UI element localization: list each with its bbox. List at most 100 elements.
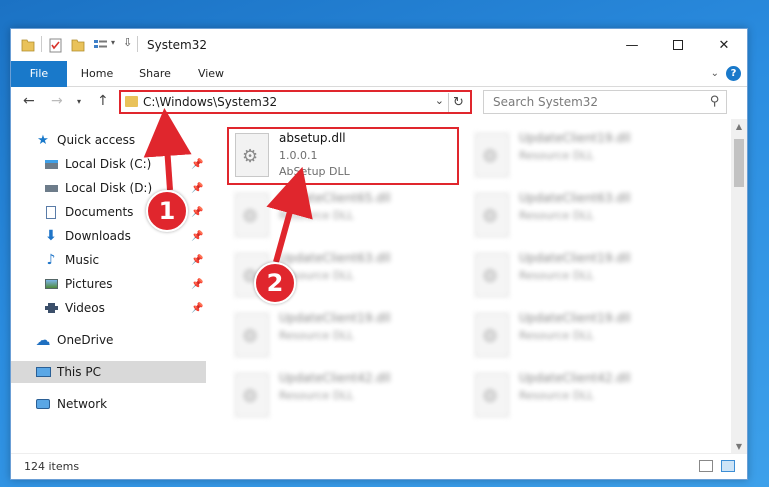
sidebar-item-label: This PC [57, 365, 101, 379]
pin-icon[interactable]: 📌 [191, 279, 203, 290]
network-icon [35, 397, 51, 411]
search-icon: ⚲ [710, 94, 720, 109]
recent-locations-icon[interactable]: ▾ [77, 97, 81, 106]
sidebar-item-label: Music [65, 253, 100, 267]
sidebar-item-label: Videos [65, 301, 105, 315]
pin-icon[interactable]: 📌 [191, 159, 203, 170]
toolbar-divider [41, 36, 42, 52]
sidebar-item-network[interactable]: Network [11, 393, 206, 415]
file-description: Resource DLL [519, 209, 594, 222]
new-folder-icon[interactable] [71, 37, 85, 53]
gear-icon: ⚙ [482, 326, 499, 347]
sidebar-item-pictures[interactable]: Pictures 📌 [11, 273, 206, 295]
tab-file[interactable]: File [11, 61, 67, 87]
video-icon [43, 301, 59, 315]
pin-icon[interactable]: 📌 [191, 207, 203, 218]
sidebar-item-music[interactable]: ♪ Music 📌 [11, 249, 206, 271]
folder-icon [125, 96, 138, 107]
sidebar-item-this-pc[interactable]: This PC [11, 361, 206, 383]
tab-view[interactable]: View [189, 61, 233, 87]
navigation-pane: ★ Quick access Local Disk (C:) 📌 Local D… [11, 119, 206, 455]
help-icon[interactable]: ? [726, 66, 741, 81]
pin-icon[interactable]: 📌 [191, 303, 203, 314]
sidebar-item-label: Local Disk (C:) [65, 157, 152, 171]
cloud-icon: ☁ [35, 331, 51, 349]
download-arrow-icon: ⬇ [45, 228, 57, 244]
close-button[interactable]: ✕ [701, 29, 747, 61]
file-name: UpdateClient65.dll [279, 191, 391, 205]
music-note-icon: ♪ [46, 252, 56, 268]
customize-toolbar-icon[interactable]: ⇩ [123, 36, 132, 52]
search-input[interactable]: Search System32 ⚲ [483, 90, 727, 114]
file-description: Resource DLL [519, 269, 594, 282]
file-description: Resource DLL [279, 389, 354, 402]
gear-icon: ⚙ [242, 386, 259, 407]
sidebar-item-quick-access[interactable]: ★ Quick access [11, 129, 206, 151]
close-icon: ✕ [718, 37, 730, 53]
dll-file-icon: ⚙ [475, 193, 509, 237]
pin-icon[interactable]: 📌 [191, 255, 203, 266]
pin-icon[interactable]: 📌 [191, 183, 203, 194]
vertical-scrollbar[interactable]: ▲ ▼ [731, 119, 747, 455]
gear-icon: ⚙ [242, 326, 259, 347]
forward-arrow-icon[interactable]: → [51, 93, 63, 109]
drive-icon [43, 157, 59, 171]
drive-icon [43, 181, 59, 195]
sidebar-item-label: Downloads [65, 229, 131, 243]
up-arrow-icon[interactable]: ↑ [97, 93, 109, 109]
chevron-down-icon[interactable]: ▾ [111, 38, 115, 54]
file-description: Resource DLL [519, 149, 594, 162]
file-item[interactable]: ⚙ UpdateClient19.dll Resource DLL [471, 129, 696, 185]
file-item[interactable]: ⚙ UpdateClient65.dll Resource DLL [231, 189, 456, 245]
sidebar-item-label: Documents [65, 205, 134, 219]
view-options-icon[interactable] [93, 37, 109, 53]
file-description: Resource DLL [519, 389, 594, 402]
item-count: 124 items [24, 460, 80, 473]
refresh-icon[interactable]: ↻ [448, 93, 468, 112]
sidebar-item-local-disk-c[interactable]: Local Disk (C:) 📌 [11, 153, 206, 175]
dll-file-icon: ⚙ [475, 313, 509, 357]
file-item[interactable]: ⚙ UpdateClient63.dll Resource DLL [471, 189, 696, 245]
sidebar-item-label: Local Disk (D:) [65, 181, 153, 195]
file-name: UpdateClient19.dll [519, 131, 631, 145]
scroll-up-icon[interactable]: ▲ [731, 119, 747, 135]
details-view-icon[interactable] [699, 460, 713, 472]
file-explorer-window: ▾ ⇩ System32 — ✕ File Home Share View ⌄ … [10, 28, 748, 480]
back-arrow-icon[interactable]: ← [23, 93, 35, 109]
maximize-icon [673, 40, 683, 50]
tab-share[interactable]: Share [131, 61, 179, 87]
sidebar-item-videos[interactable]: Videos 📌 [11, 297, 206, 319]
file-item[interactable]: ⚙ UpdateClient19.dll Resource DLL [231, 309, 456, 365]
file-item[interactable]: ⚙ UpdateClient19.dll Resource DLL [471, 309, 696, 365]
file-description: Resource DLL [279, 329, 354, 342]
large-icons-view-icon[interactable] [721, 460, 735, 472]
step-badge-2: 2 [254, 262, 296, 304]
chevron-down-icon[interactable]: ⌄ [435, 94, 444, 107]
minimize-button[interactable]: — [609, 29, 655, 61]
sidebar-item-label: Pictures [65, 277, 113, 291]
properties-icon[interactable] [49, 37, 63, 53]
pin-icon[interactable]: 📌 [191, 231, 203, 242]
file-item[interactable]: ⚙ UpdateClient42.dll Resource DLL [231, 369, 456, 425]
tab-home[interactable]: Home [73, 61, 121, 87]
dll-file-icon: ⚙ [235, 313, 269, 357]
computer-icon [35, 365, 51, 379]
maximize-button[interactable] [655, 29, 701, 61]
toolbar-divider [137, 36, 138, 52]
navigation-bar: ← → ▾ ↑ C:\Windows\System32 ⌄ ↻ Search S… [11, 87, 747, 119]
scrollbar-thumb[interactable] [734, 139, 744, 187]
sidebar-item-label: Network [57, 397, 108, 411]
sidebar-item-onedrive[interactable]: ☁ OneDrive [11, 329, 206, 351]
folder-icon[interactable] [21, 37, 35, 53]
dll-file-icon: ⚙ [235, 193, 269, 237]
window-title: System32 [147, 38, 208, 52]
expand-ribbon-icon[interactable]: ⌄ [711, 68, 719, 79]
file-item[interactable]: ⚙ UpdateClient19.dll Resource DLL [471, 249, 696, 305]
file-item[interactable]: ⚙ UpdateClient42.dll Resource DLL [471, 369, 696, 425]
sidebar-item-label: Quick access [57, 133, 136, 147]
gear-icon: ⚙ [482, 266, 499, 287]
gear-icon: ⚙ [482, 146, 499, 167]
status-bar: 124 items [11, 453, 747, 479]
address-path: C:\Windows\System32 [143, 95, 278, 109]
address-bar[interactable]: C:\Windows\System32 ⌄ ↻ [119, 90, 472, 114]
